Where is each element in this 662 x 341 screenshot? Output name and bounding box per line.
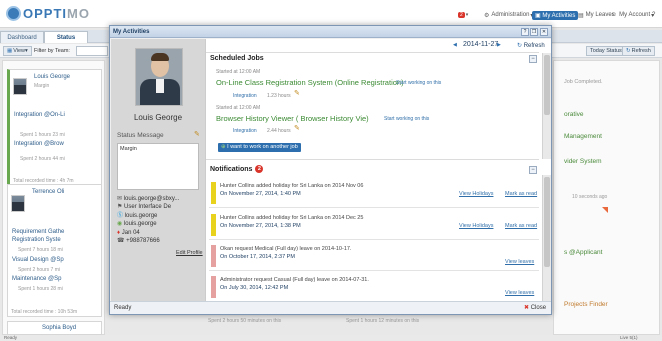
contact-gtalk: ◉ louis.george (117, 221, 157, 228)
my-activities-dialog: My Activities ? ❐ ✕ Louis George Status … (109, 25, 552, 315)
edit-profile-link[interactable]: Edit Profile (176, 250, 203, 256)
team-filter-select[interactable] (76, 46, 108, 56)
avatar (11, 195, 25, 212)
my-account-menu[interactable]: ☺ My Account ▾ (611, 9, 654, 21)
job-title: On-Line Class Registration System (Onlin… (216, 78, 404, 87)
user-icon: ☺ (611, 12, 618, 18)
logo-text-prefix: OPPTI (23, 5, 68, 21)
notifications-heading: Notifications 2 (210, 165, 264, 173)
member-card[interactable]: Sophia Boyd (7, 321, 102, 335)
dialog-status: Ready (114, 305, 132, 311)
my-activities-nav[interactable]: ▣ My Activities (532, 9, 579, 21)
refresh-icon: ↻ (517, 43, 523, 49)
view-leaves-link[interactable]: View leaves (505, 290, 534, 296)
member-name: Terrence Oli (32, 189, 65, 195)
activities-main: ◀ 2014-11-27 ▶ ↻ Refresh Scheduled Jobs … (205, 39, 551, 302)
dialog-title: My Activities (110, 26, 551, 38)
member-card[interactable]: Terrence Oli Requirement Gathe Registrat… (7, 184, 102, 317)
contact-phone: ☎ +988787666 (117, 238, 160, 245)
view-button[interactable]: ▦ View ▾ (3, 46, 32, 56)
notifications-count: 2 (255, 165, 264, 173)
status-message-label: Status Message (117, 132, 164, 139)
calendar-icon: ▤ (578, 12, 584, 19)
profile-name: Louis George (133, 113, 183, 122)
chat-icon: ◉ (117, 221, 124, 228)
filter-label: Filter by Team: (34, 48, 70, 54)
start-working-link[interactable]: Start working on this (396, 80, 441, 86)
view-holidays-link[interactable]: View Holidays (459, 191, 493, 197)
status-bar: Ready Live 5(1) (0, 335, 662, 341)
notification-badge: 2 (458, 12, 465, 18)
profile-panel: Louis George Status Message ✎ Margin ✉ l… (111, 39, 205, 301)
mark-as-read-link[interactable]: Mark as read (505, 223, 537, 229)
edit-status-icon[interactable]: ✎ (194, 130, 200, 138)
restore-icon[interactable]: ❐ (530, 28, 538, 36)
notification-counter[interactable]: 2 ▾ (458, 9, 468, 21)
member-name: Louis George (34, 74, 71, 80)
work-on-another-job-button[interactable]: ⊕ I want to work on another job (218, 143, 301, 152)
job-task: Integration (233, 93, 257, 99)
collapse-jobs-button[interactable]: − (529, 55, 537, 63)
status-column-1: Louis George Margin Integration @On-Li S… (2, 60, 105, 335)
help-button[interactable]: ? (652, 9, 655, 21)
leave-icon (211, 245, 216, 267)
notification-item: Administrator request Casual (Full day) … (209, 272, 539, 302)
notification-item: Hunter Collins added holiday for Sri Lan… (209, 178, 539, 208)
start-working-link[interactable]: Start working on this (384, 116, 429, 122)
refresh-icon: ↻ (626, 48, 631, 54)
administration-menu[interactable]: ⚙Administration▾ (484, 9, 533, 21)
close-icon: ✖ (524, 305, 530, 311)
logo-icon (6, 5, 21, 21)
role-icon: ⚑ (117, 204, 125, 211)
jobs-scrollbar[interactable] (542, 53, 551, 159)
contact-email[interactable]: ✉ louis.george@sbxy... (117, 195, 199, 203)
notification-item: Okan request Medical (Full day) leave on… (209, 241, 539, 271)
next-date-icon[interactable]: ▶ (497, 42, 501, 48)
edit-job-icon[interactable]: ✎ (294, 124, 300, 132)
admin-icon: ⚙ (484, 12, 490, 19)
mark-as-read-link[interactable]: Mark as read (505, 191, 537, 197)
contact-birthday: ♦ Jan 04 (117, 229, 140, 236)
edit-job-icon[interactable]: ✎ (294, 89, 300, 97)
collapse-notifications-button[interactable]: − (529, 166, 537, 174)
profile-photo (135, 48, 183, 106)
help-icon[interactable]: ? (521, 28, 529, 36)
view-holidays-link[interactable]: View Holidays (459, 223, 493, 229)
app-logo[interactable]: OPPTIMO (6, 5, 90, 21)
status-message-box[interactable]: Margin (117, 143, 199, 190)
refresh-button[interactable]: ↻ Refresh (622, 46, 655, 56)
logo-text-suffix: MO (67, 5, 90, 21)
my-leaves-nav[interactable]: ▤ My Leaves (578, 9, 615, 21)
job-title: Browser History Viewer ( Browser History… (216, 114, 369, 123)
dialog-footer: Ready ✖ Close (110, 301, 551, 314)
scheduled-jobs-heading: Scheduled Jobs (210, 55, 264, 62)
date-display[interactable]: 2014-11-27 (463, 41, 498, 48)
leave-icon (211, 276, 216, 298)
close-icon[interactable]: ✕ (540, 28, 548, 36)
avatar (13, 78, 27, 95)
holiday-icon (211, 214, 216, 236)
holiday-icon (211, 182, 216, 204)
close-button[interactable]: ✖ Close (524, 304, 546, 311)
view-leaves-link[interactable]: View leaves (505, 259, 534, 265)
tab-dashboard[interactable]: Dashboard (0, 31, 44, 43)
member-card[interactable]: Louis George Margin Integration @On-Li S… (7, 69, 102, 186)
grid-icon: ▦ (7, 48, 13, 54)
tab-status[interactable]: Status (44, 31, 88, 43)
modal-refresh-button[interactable]: ↻ Refresh (517, 42, 545, 49)
email-icon: ✉ (117, 196, 124, 202)
corner-flag (602, 207, 608, 213)
contact-skype: Ⓢ louis.george (117, 212, 158, 219)
member-name: Sophia Boyd (42, 325, 77, 331)
skype-icon: Ⓢ (117, 212, 125, 219)
phone-icon: ☎ (117, 238, 127, 245)
prev-date-icon[interactable]: ◀ (453, 42, 457, 48)
status-column-4: Job Completed. orative Management vider … (553, 60, 660, 335)
notifications-scrollbar[interactable] (542, 175, 551, 301)
notification-item: Hunter Collins added holiday for Sri Lan… (209, 210, 539, 240)
job-task: Integration (233, 128, 257, 134)
contact-role: ⚑ User Interface De (117, 204, 172, 211)
